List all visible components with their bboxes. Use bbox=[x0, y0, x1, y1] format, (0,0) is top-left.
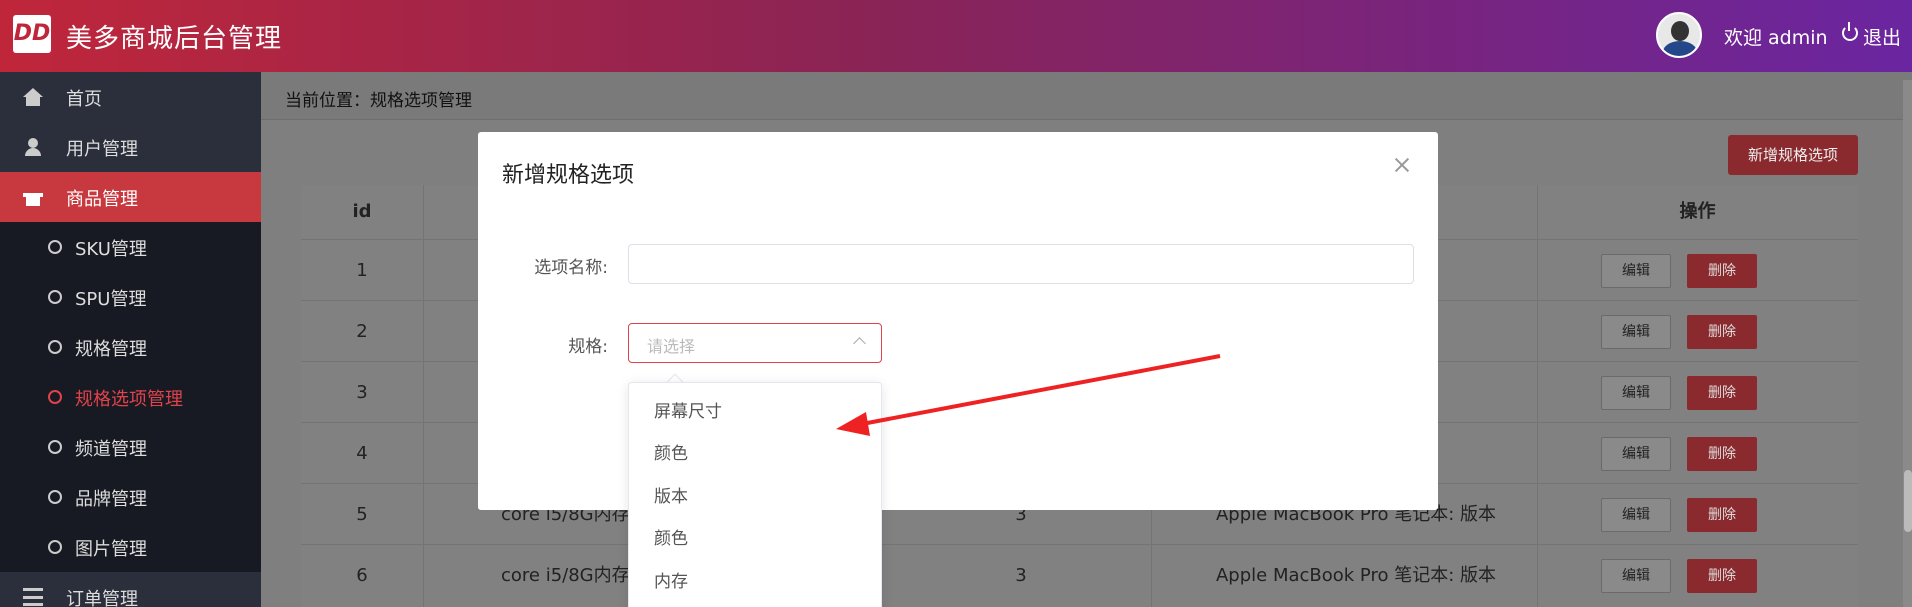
annotation-arrow-icon bbox=[836, 354, 1221, 436]
